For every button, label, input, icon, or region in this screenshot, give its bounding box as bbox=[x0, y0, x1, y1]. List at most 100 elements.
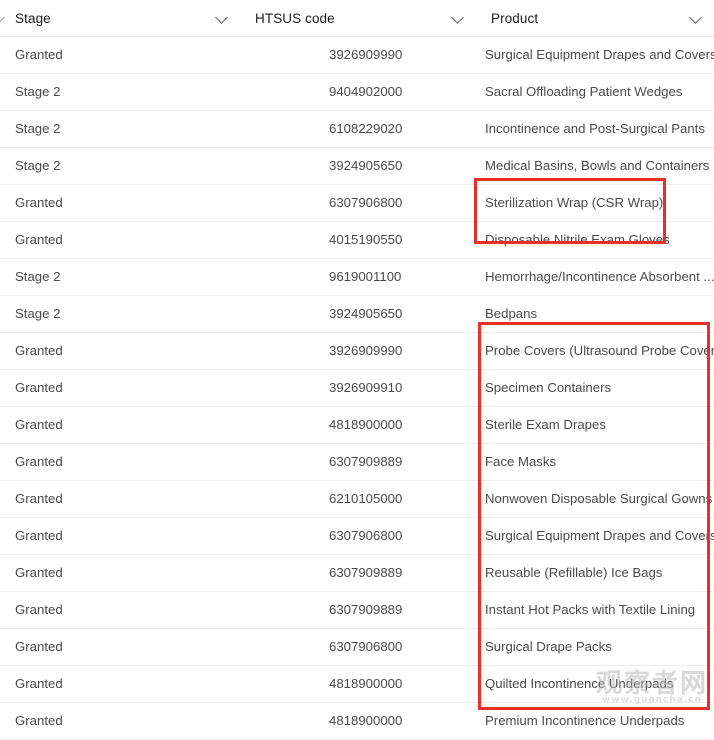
table-row[interactable]: Granted6307909889Face Masks bbox=[0, 444, 714, 481]
cell-stage: Stage 2 bbox=[0, 74, 240, 111]
cell-product-text: Surgical Equipment Drapes and Covers bbox=[476, 518, 714, 554]
cell-product: Reusable (Refillable) Ice Bags bbox=[476, 555, 714, 592]
cell-htsus-code: 4818900000 bbox=[240, 407, 476, 444]
table-row[interactable]: Stage 29619001100Hemorrhage/Incontinence… bbox=[0, 259, 714, 296]
table-row[interactable]: Granted6307906800Surgical Equipment Drap… bbox=[0, 518, 714, 555]
column-header-stage-label: Stage bbox=[15, 11, 51, 26]
cell-htsus-code-text: 6307909889 bbox=[240, 444, 476, 480]
cell-htsus-code-text: 3926909990 bbox=[240, 37, 476, 73]
column-header-product[interactable]: Product bbox=[476, 0, 714, 37]
cell-htsus-code-text: 4818900000 bbox=[240, 703, 476, 739]
column-header-stage[interactable]: Stage bbox=[0, 0, 240, 37]
cell-htsus-code-text: 6108229020 bbox=[240, 111, 476, 147]
cell-product: Bedpans bbox=[476, 296, 714, 333]
cell-stage: Stage 2 bbox=[0, 148, 240, 185]
table-row[interactable]: Granted6210105000Nonwoven Disposable Sur… bbox=[0, 481, 714, 518]
cell-htsus-code-text: 3924905650 bbox=[240, 148, 476, 184]
table-row[interactable]: Stage 26108229020Incontinence and Post-S… bbox=[0, 111, 714, 148]
table-row[interactable]: Granted6307906800Sterilization Wrap (CSR… bbox=[0, 185, 714, 222]
table-row[interactable]: Granted3926909910Specimen Containers bbox=[0, 370, 714, 407]
cell-stage: Granted bbox=[0, 703, 240, 740]
table-row[interactable]: Granted3926909990Probe Covers (Ultrasoun… bbox=[0, 333, 714, 370]
cell-htsus-code: 6307906800 bbox=[240, 629, 476, 666]
cell-htsus-code: 6307909889 bbox=[240, 444, 476, 481]
column-header-htsus-code[interactable]: HTSUS code bbox=[240, 0, 476, 37]
cell-stage-text: Stage 2 bbox=[0, 74, 240, 110]
cell-stage-text: Granted bbox=[0, 481, 240, 517]
table-row[interactable]: Granted4818900000Premium Incontinence Un… bbox=[0, 703, 714, 740]
cell-htsus-code-text: 4015190550 bbox=[240, 222, 476, 258]
chevron-down-icon-htsus-code[interactable] bbox=[452, 11, 466, 25]
table-row[interactable]: Granted6307906800Surgical Drape Packs bbox=[0, 629, 714, 666]
cell-product-text: Surgical Equipment Drapes and Covers bbox=[476, 37, 714, 73]
cell-htsus-code-text: 6210105000 bbox=[240, 481, 476, 517]
table-row[interactable]: Granted6307909889Instant Hot Packs with … bbox=[0, 592, 714, 629]
cell-htsus-code-text: 3926909990 bbox=[240, 333, 476, 369]
cell-product-text: Sacral Offloading Patient Wedges bbox=[476, 74, 714, 110]
cell-product-text: Sterile Exam Drapes bbox=[476, 407, 714, 443]
cell-stage-text: Granted bbox=[0, 555, 240, 591]
cell-stage: Granted bbox=[0, 629, 240, 666]
cell-stage-text: Granted bbox=[0, 333, 240, 369]
cell-product: Probe Covers (Ultrasound Probe Covers) bbox=[476, 333, 714, 370]
cell-htsus-code-text: 4818900000 bbox=[240, 407, 476, 443]
cell-htsus-code: 3926909990 bbox=[240, 333, 476, 370]
table-body: Granted3926909990Surgical Equipment Drap… bbox=[0, 37, 714, 740]
cell-htsus-code: 3924905650 bbox=[240, 148, 476, 185]
cell-htsus-code: 3926909990 bbox=[240, 37, 476, 74]
cell-stage-text: Granted bbox=[0, 703, 240, 739]
table-row[interactable]: Granted4818900000Sterile Exam Drapes bbox=[0, 407, 714, 444]
cell-product-text: Probe Covers (Ultrasound Probe Covers) bbox=[476, 333, 714, 369]
cell-product: Disposable Nitrile Exam Gloves bbox=[476, 222, 714, 259]
cell-product: Nonwoven Disposable Surgical Gowns bbox=[476, 481, 714, 518]
cell-stage-text: Stage 2 bbox=[0, 148, 240, 184]
cell-stage: Granted bbox=[0, 592, 240, 629]
cell-product-text: Incontinence and Post-Surgical Pants bbox=[476, 111, 714, 147]
cell-htsus-code: 3924905650 bbox=[240, 296, 476, 333]
cell-stage: Granted bbox=[0, 444, 240, 481]
cell-stage: Granted bbox=[0, 666, 240, 703]
cell-htsus-code: 6307909889 bbox=[240, 592, 476, 629]
cell-stage-text: Granted bbox=[0, 222, 240, 258]
table-row[interactable]: Stage 29404902000Sacral Offloading Patie… bbox=[0, 74, 714, 111]
cell-product-text: Medical Basins, Bowls and Containers bbox=[476, 148, 714, 184]
chevron-down-icon-product[interactable] bbox=[690, 11, 704, 25]
cell-htsus-code-text: 6307906800 bbox=[240, 629, 476, 665]
exclusion-requests-table-panel: Stage HTSUS code Product bbox=[0, 0, 714, 720]
column-header-product-label: Product bbox=[491, 11, 538, 26]
cell-stage: Granted bbox=[0, 37, 240, 74]
cell-product: Incontinence and Post-Surgical Pants bbox=[476, 111, 714, 148]
cell-stage-text: Stage 2 bbox=[0, 259, 240, 295]
table-row[interactable]: Stage 23924905650Bedpans bbox=[0, 296, 714, 333]
cell-htsus-code: 9404902000 bbox=[240, 74, 476, 111]
table-header: Stage HTSUS code Product bbox=[0, 0, 714, 37]
cell-htsus-code-text: 9619001100 bbox=[240, 259, 476, 295]
cell-stage: Granted bbox=[0, 555, 240, 592]
cell-stage: Stage 2 bbox=[0, 259, 240, 296]
cell-htsus-code-text: 3924905650 bbox=[240, 296, 476, 332]
table-row[interactable]: Granted4818900000Quilted Incontinence Un… bbox=[0, 666, 714, 703]
table-row[interactable]: Granted4015190550Disposable Nitrile Exam… bbox=[0, 222, 714, 259]
chevron-down-icon-stage[interactable] bbox=[216, 11, 230, 25]
cell-stage: Granted bbox=[0, 407, 240, 444]
table-row[interactable]: Granted3926909990Surgical Equipment Drap… bbox=[0, 37, 714, 74]
cell-htsus-code-text: 3926909910 bbox=[240, 370, 476, 406]
cell-product: Premium Incontinence Underpads bbox=[476, 703, 714, 740]
cell-stage: Stage 2 bbox=[0, 111, 240, 148]
cell-product: Hemorrhage/Incontinence Absorbent ... bbox=[476, 259, 714, 296]
cell-htsus-code-text: 9404902000 bbox=[240, 74, 476, 110]
cell-htsus-code-text: 6307909889 bbox=[240, 592, 476, 628]
cell-product-text: Hemorrhage/Incontinence Absorbent ... bbox=[476, 259, 714, 295]
cell-product-text: Premium Incontinence Underpads bbox=[476, 703, 714, 739]
cell-htsus-code: 6307906800 bbox=[240, 518, 476, 555]
cell-stage-text: Granted bbox=[0, 629, 240, 665]
cell-product-text: Surgical Drape Packs bbox=[476, 629, 714, 665]
cell-htsus-code: 6307906800 bbox=[240, 185, 476, 222]
cell-product: Face Masks bbox=[476, 444, 714, 481]
table-row[interactable]: Stage 23924905650Medical Basins, Bowls a… bbox=[0, 148, 714, 185]
cell-product: Sterilization Wrap (CSR Wrap) bbox=[476, 185, 714, 222]
cell-product-text: Bedpans bbox=[476, 296, 714, 332]
chevron-down-icon-edge[interactable] bbox=[0, 12, 7, 26]
table-row[interactable]: Granted6307909889Reusable (Refillable) I… bbox=[0, 555, 714, 592]
exclusion-requests-table: Stage HTSUS code Product bbox=[0, 0, 714, 740]
